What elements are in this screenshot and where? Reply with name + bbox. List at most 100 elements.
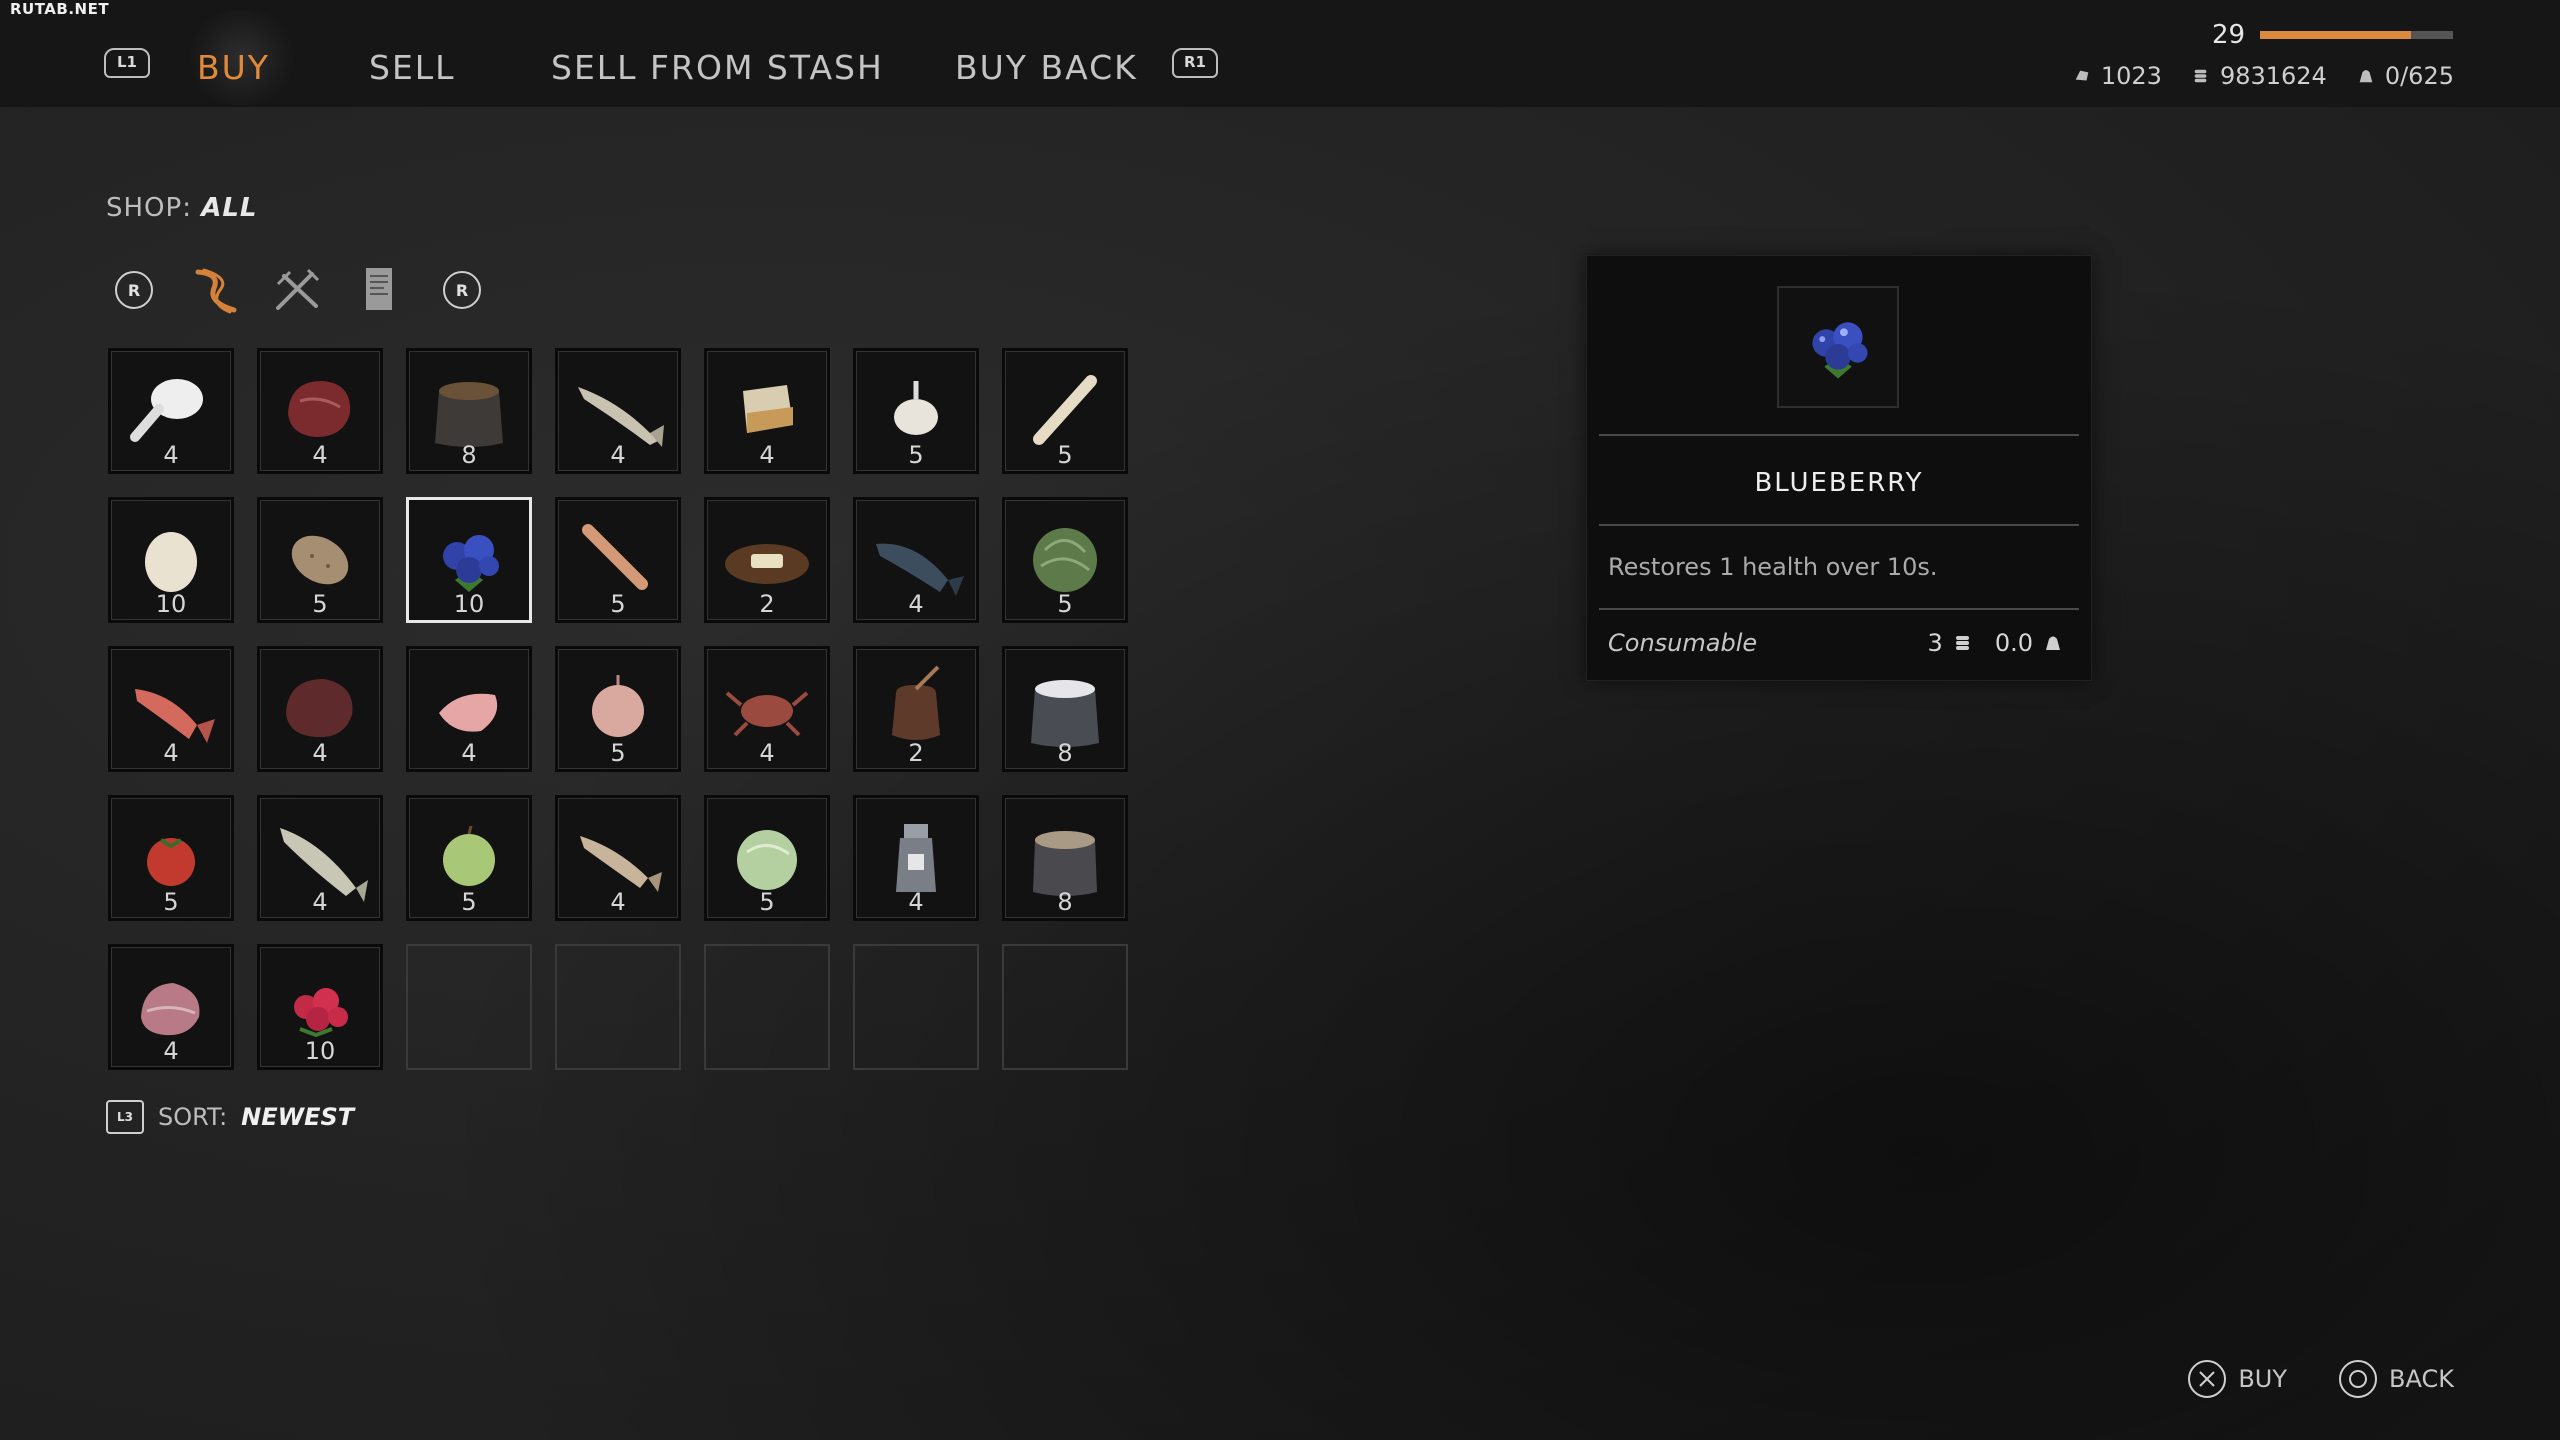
item-type: Consumable: [1608, 629, 1758, 657]
sort-prefix: SORT:: [158, 1103, 228, 1131]
item-description: Restores 1 health over 10s.: [1608, 553, 1938, 581]
buy-prompt[interactable]: BUY: [2188, 1360, 2287, 1398]
item-quantity: 8: [461, 441, 477, 469]
item-quantity: 10: [155, 590, 187, 618]
empty-item-slot: [406, 944, 532, 1070]
coins-stat: 9831624: [2192, 62, 2327, 90]
tab-buy[interactable]: BUY: [197, 48, 270, 87]
divider: [1599, 524, 2079, 526]
xp-progress-fill: [2260, 31, 2411, 39]
item-slot[interactable]: 4: [108, 944, 234, 1070]
filter-tools[interactable]: [268, 262, 328, 318]
item-quantity: 5: [908, 441, 924, 469]
tools-icon: [276, 268, 320, 310]
item-slot[interactable]: 4: [555, 795, 681, 921]
item-slot[interactable]: 8: [1002, 646, 1128, 772]
rope-icon: [195, 268, 237, 314]
item-quantity: 5: [1057, 441, 1073, 469]
prev-tab-button[interactable]: L1: [104, 48, 150, 78]
item-slot[interactable]: 4: [853, 795, 979, 921]
item-slot[interactable]: 5: [1002, 348, 1128, 474]
item-slot[interactable]: 5: [257, 497, 383, 623]
empty-item-slot: [704, 944, 830, 1070]
r-stick-label: R: [443, 271, 481, 309]
item-slot[interactable]: 4: [257, 795, 383, 921]
empty-item-slot: [1002, 944, 1128, 1070]
item-slot[interactable]: 10: [108, 497, 234, 623]
item-quantity: 4: [312, 441, 328, 469]
item-details-panel: BLUEBERRY Restores 1 health over 10s. Co…: [1587, 256, 2091, 680]
item-slot[interactable]: 2: [704, 497, 830, 623]
item-quantity: 5: [759, 888, 775, 916]
item-slot[interactable]: 4: [704, 646, 830, 772]
player-stats: 1023 9831624 0/625: [2073, 62, 2454, 90]
item-slot[interactable]: 8: [406, 348, 532, 474]
tab-buy-back[interactable]: BUY BACK: [955, 48, 1138, 87]
shop-prefix: SHOP:: [106, 193, 192, 223]
weight-icon: [2359, 70, 2373, 83]
item-quantity: 8: [1057, 739, 1073, 767]
item-slot[interactable]: 4: [257, 646, 383, 772]
item-quantity: 5: [610, 590, 626, 618]
item-quantity: 4: [610, 441, 626, 469]
tab-sell[interactable]: SELL: [369, 48, 456, 87]
item-slot[interactable]: 10: [406, 497, 532, 623]
filter-documents[interactable]: [350, 262, 410, 318]
shop-value: ALL: [201, 193, 258, 223]
l3-button-icon: L3: [106, 1100, 144, 1134]
next-tab-button[interactable]: R1: [1172, 48, 1218, 78]
item-slot[interactable]: 8: [1002, 795, 1128, 921]
circle-button-icon: [2339, 1360, 2378, 1398]
item-slot[interactable]: 4: [108, 646, 234, 772]
l1-label: L1: [117, 53, 137, 71]
cross-button-icon: [2188, 1360, 2227, 1398]
filter-food[interactable]: [186, 262, 246, 318]
item-slot[interactable]: 5: [108, 795, 234, 921]
item-preview: [1777, 286, 1899, 408]
item-quantity: 4: [163, 1037, 179, 1065]
item-slot[interactable]: 5: [555, 497, 681, 623]
item-slot[interactable]: 5: [704, 795, 830, 921]
item-quantity: 5: [461, 888, 477, 916]
item-quantity: 4: [908, 888, 924, 916]
filter-prev-button[interactable]: R: [104, 262, 164, 318]
item-quantity: 4: [461, 739, 477, 767]
coins-icon: [1955, 636, 1969, 650]
divider: [1599, 434, 2079, 436]
category-filters: R R: [104, 262, 492, 318]
item-slot[interactable]: 4: [555, 348, 681, 474]
tab-sell-from-stash[interactable]: SELL FROM STASH: [551, 48, 884, 87]
player-level: 29: [2212, 20, 2246, 50]
item-slot[interactable]: 4: [704, 348, 830, 474]
item-slot[interactable]: 4: [853, 497, 979, 623]
item-slot[interactable]: 5: [555, 646, 681, 772]
item-quantity: 2: [759, 590, 775, 618]
coins-icon: [2194, 69, 2207, 83]
item-slot[interactable]: 4: [406, 646, 532, 772]
item-slot[interactable]: 2: [853, 646, 979, 772]
scroll-icon: [366, 268, 392, 310]
item-slot[interactable]: 5: [853, 348, 979, 474]
filter-next-button[interactable]: R: [432, 262, 492, 318]
r1-label: R1: [1184, 53, 1206, 71]
divider: [1599, 608, 2079, 610]
item-quantity: 5: [1057, 590, 1073, 618]
top-bar: L1 BUY SELL SELL FROM STASH BUY BACK R1 …: [0, 0, 2560, 107]
item-slot[interactable]: 5: [1002, 497, 1128, 623]
empty-item-slot: [555, 944, 681, 1070]
item-quantity: 5: [163, 888, 179, 916]
weight-icon: [2046, 636, 2060, 650]
empty-item-slot: [853, 944, 979, 1070]
sort-control[interactable]: L3 SORT: NEWEST: [106, 1100, 354, 1134]
item-slot[interactable]: 4: [108, 348, 234, 474]
resource-stat: 1023: [2073, 62, 2162, 90]
item-slot[interactable]: 10: [257, 944, 383, 1070]
item-quantity: 4: [312, 739, 328, 767]
blueberry-icon: [1812, 322, 1868, 379]
item-slot[interactable]: 5: [406, 795, 532, 921]
item-quantity: 8: [1057, 888, 1073, 916]
item-quantity: 2: [908, 739, 924, 767]
back-prompt[interactable]: BACK: [2339, 1360, 2454, 1398]
item-slot[interactable]: 4: [257, 348, 383, 474]
weight-stat: 0/625: [2357, 62, 2454, 90]
